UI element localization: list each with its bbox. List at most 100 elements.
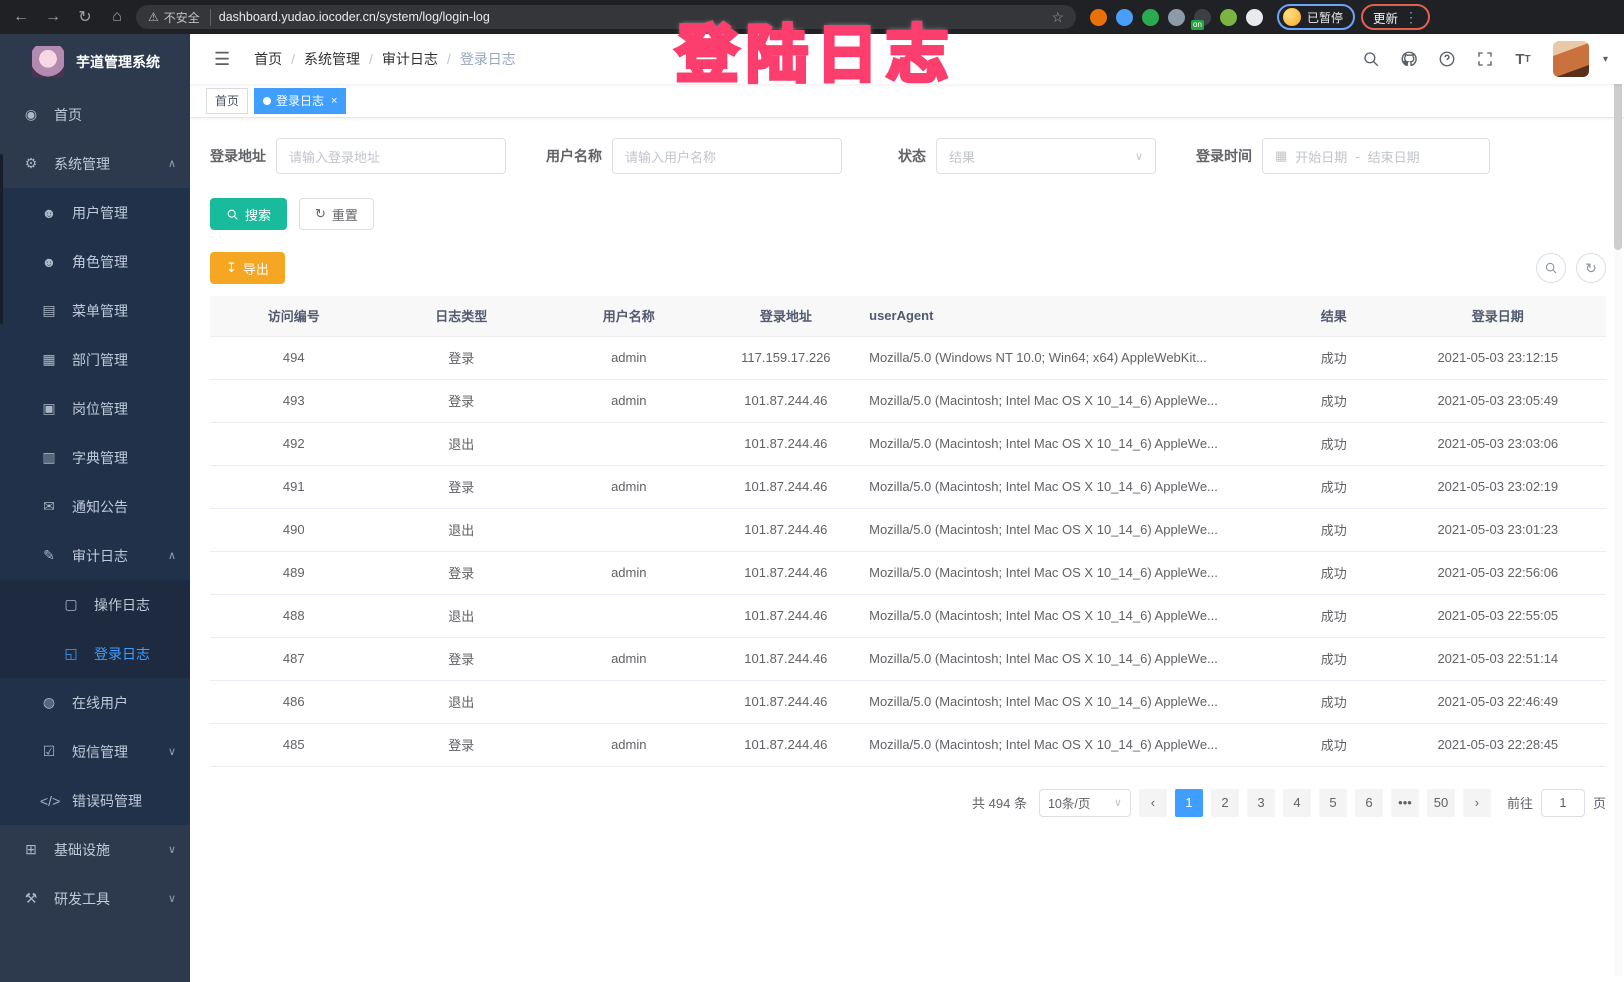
sidebar-item-dev-tools[interactable]: ⚒研发工具∨ <box>0 874 190 923</box>
table-row[interactable]: 485登录admin101.87.244.46Mozilla/5.0 (Maci… <box>210 723 1606 766</box>
browser-forward-icon[interactable]: → <box>40 4 66 30</box>
table-cell: 成功 <box>1278 594 1390 637</box>
table-row[interactable]: 486退出101.87.244.46Mozilla/5.0 (Macintosh… <box>210 680 1606 723</box>
page-button-1[interactable]: 1 <box>1175 789 1203 817</box>
column-header-userAgent: userAgent <box>859 296 1278 336</box>
goto-label: 前往 <box>1507 793 1533 812</box>
sidebar-item-login-log[interactable]: ◱登录日志 <box>0 629 190 678</box>
app-logo-image <box>32 46 64 78</box>
sidebar-item-post-mgmt[interactable]: ▣岗位管理 <box>0 384 190 433</box>
table-refresh-button[interactable]: ↻ <box>1576 253 1606 283</box>
sidebar-item-error-code-mgmt[interactable]: </>错误码管理 <box>0 776 190 825</box>
page-button-3[interactable]: 3 <box>1247 789 1275 817</box>
page-ellipsis[interactable]: ••• <box>1391 789 1419 817</box>
sidebar-item-audit-log[interactable]: ✎审计日志∧ <box>0 531 190 580</box>
table-row[interactable]: 491登录admin101.87.244.46Mozilla/5.0 (Maci… <box>210 465 1606 508</box>
status-filter-select[interactable]: 结果 ∨ <box>936 138 1156 174</box>
breadcrumb-item[interactable]: 审计日志 <box>382 49 438 69</box>
sidebar-item-sms-mgmt[interactable]: ☑短信管理∨ <box>0 727 190 776</box>
next-page-button[interactable]: › <box>1463 789 1491 817</box>
page-size-select[interactable]: 10条/页 ∨ <box>1039 789 1131 817</box>
breadcrumb-item[interactable]: 系统管理 <box>304 49 360 69</box>
browser-home-icon[interactable]: ⌂ <box>104 4 130 30</box>
org-tree-icon: ▦ <box>40 351 58 368</box>
table-cell: 登录 <box>378 723 546 766</box>
reset-button[interactable]: ↻ 重置 <box>299 198 374 230</box>
goto-page-input[interactable]: 1 <box>1541 789 1585 817</box>
extension-puzzle-icon[interactable] <box>1246 9 1263 26</box>
avatar-caret-icon[interactable]: ▾ <box>1603 54 1608 65</box>
page-button-5[interactable]: 5 <box>1319 789 1347 817</box>
table-row[interactable]: 492退出101.87.244.46Mozilla/5.0 (Macintosh… <box>210 422 1606 465</box>
column-header-1: 日志类型 <box>378 296 546 336</box>
prev-page-button[interactable]: ‹ <box>1139 789 1167 817</box>
header-search-icon[interactable] <box>1359 47 1383 71</box>
navbar-tools: TT ▾ <box>1359 41 1608 77</box>
page-scrollbar[interactable] <box>1614 40 1622 976</box>
bookmark-star-icon[interactable]: ☆ <box>1051 9 1064 26</box>
tag-首页[interactable]: 首页 <box>206 88 248 114</box>
sidebar-item-dept-mgmt[interactable]: ▦部门管理 <box>0 335 190 384</box>
search-icon <box>226 208 239 221</box>
sidebar-item-operation-log[interactable]: ▢操作日志 <box>0 580 190 629</box>
table-row[interactable]: 487登录admin101.87.244.46Mozilla/5.0 (Maci… <box>210 637 1606 680</box>
not-secure-warning[interactable]: ⚠ 不安全 <box>148 9 211 26</box>
extension-orange-ring-icon[interactable] <box>1090 9 1107 26</box>
table-row[interactable]: 494登录admin117.159.17.226Mozilla/5.0 (Win… <box>210 336 1606 379</box>
sidebar-item-role-mgmt[interactable]: ☻角色管理 <box>0 237 190 286</box>
sidebar-toggle-icon[interactable]: ☰ <box>206 49 238 70</box>
sidebar-item-home[interactable]: ◉首页 <box>0 90 190 139</box>
page-button-4[interactable]: 4 <box>1283 789 1311 817</box>
extension-green-check-icon[interactable] <box>1142 9 1159 26</box>
browser-menu-icon[interactable]: ⋮ <box>1404 9 1418 26</box>
user-avatar[interactable] <box>1553 41 1589 77</box>
export-button[interactable]: ↧ 导出 <box>210 252 285 284</box>
address-filter-input[interactable]: 请输入登录地址 <box>276 138 506 174</box>
profile-chip[interactable]: 已暂停 <box>1277 4 1355 30</box>
table-row[interactable]: 489登录admin101.87.244.46Mozilla/5.0 (Maci… <box>210 551 1606 594</box>
sidebar-scrollbar[interactable] <box>0 154 3 324</box>
extension-leaf-icon[interactable] <box>1220 9 1237 26</box>
sidebar-item-notice[interactable]: ✉通知公告 <box>0 482 190 531</box>
table-body: 494登录admin117.159.17.226Mozilla/5.0 (Win… <box>210 336 1606 766</box>
tag-close-icon[interactable]: × <box>331 95 337 107</box>
browser-reload-icon[interactable]: ↻ <box>72 4 98 30</box>
sidebar-item-infrastructure[interactable]: ⊞基础设施∨ <box>0 825 190 874</box>
show-search-toggle-button[interactable] <box>1536 253 1566 283</box>
sidebar-item-user-mgmt[interactable]: ☻用户管理 <box>0 188 190 237</box>
announcement-icon: ✉ <box>40 498 58 515</box>
select-caret-icon: ∨ <box>1135 150 1143 163</box>
breadcrumb-item[interactable]: 首页 <box>254 49 282 69</box>
sidebar-item-menu-mgmt[interactable]: ▤菜单管理 <box>0 286 190 335</box>
font-size-icon[interactable]: TT <box>1511 47 1535 71</box>
page-button-50[interactable]: 50 <box>1427 789 1455 817</box>
sms-shield-icon: ☑ <box>40 743 58 760</box>
table-row[interactable]: 493登录admin101.87.244.46Mozilla/5.0 (Maci… <box>210 379 1606 422</box>
table-cell: 101.87.244.46 <box>713 637 860 680</box>
sidebar-item-dict-mgmt[interactable]: ▥字典管理 <box>0 433 190 482</box>
username-filter-input[interactable]: 请输入用户名称 <box>612 138 842 174</box>
browser-update-button[interactable]: 更新 ⋮ <box>1361 4 1430 30</box>
table-cell: 登录 <box>378 379 546 422</box>
page-button-2[interactable]: 2 <box>1211 789 1239 817</box>
breadcrumb-separator: / <box>447 51 451 67</box>
table-cell: 2021-05-03 22:51:14 <box>1390 637 1606 680</box>
login-time-range-picker[interactable]: ▦ 开始日期 - 结束日期 <box>1262 138 1490 174</box>
github-icon[interactable] <box>1397 47 1421 71</box>
help-icon[interactable] <box>1435 47 1459 71</box>
table-cell: Mozilla/5.0 (Windows NT 10.0; Win64; x64… <box>859 336 1278 379</box>
browser-back-icon[interactable]: ← <box>8 4 34 30</box>
sidebar-item-online-users[interactable]: ◍在线用户 <box>0 678 190 727</box>
tag-登录日志[interactable]: 登录日志× <box>254 88 346 114</box>
extension-blue-gem-icon[interactable] <box>1116 9 1133 26</box>
search-button[interactable]: 搜索 <box>210 198 287 230</box>
page-button-6[interactable]: 6 <box>1355 789 1383 817</box>
extension-grid-icon[interactable] <box>1168 9 1185 26</box>
table-cell: 2021-05-03 22:56:06 <box>1390 551 1606 594</box>
table-row[interactable]: 490退出101.87.244.46Mozilla/5.0 (Macintosh… <box>210 508 1606 551</box>
table-row[interactable]: 488退出101.87.244.46Mozilla/5.0 (Macintosh… <box>210 594 1606 637</box>
sidebar-item-system-mgmt[interactable]: ⚙系统管理∧ <box>0 139 190 188</box>
fullscreen-icon[interactable] <box>1473 47 1497 71</box>
app-logo-row[interactable]: 芋道管理系统 <box>0 34 190 90</box>
extension-list-icon[interactable]: on <box>1194 9 1211 26</box>
